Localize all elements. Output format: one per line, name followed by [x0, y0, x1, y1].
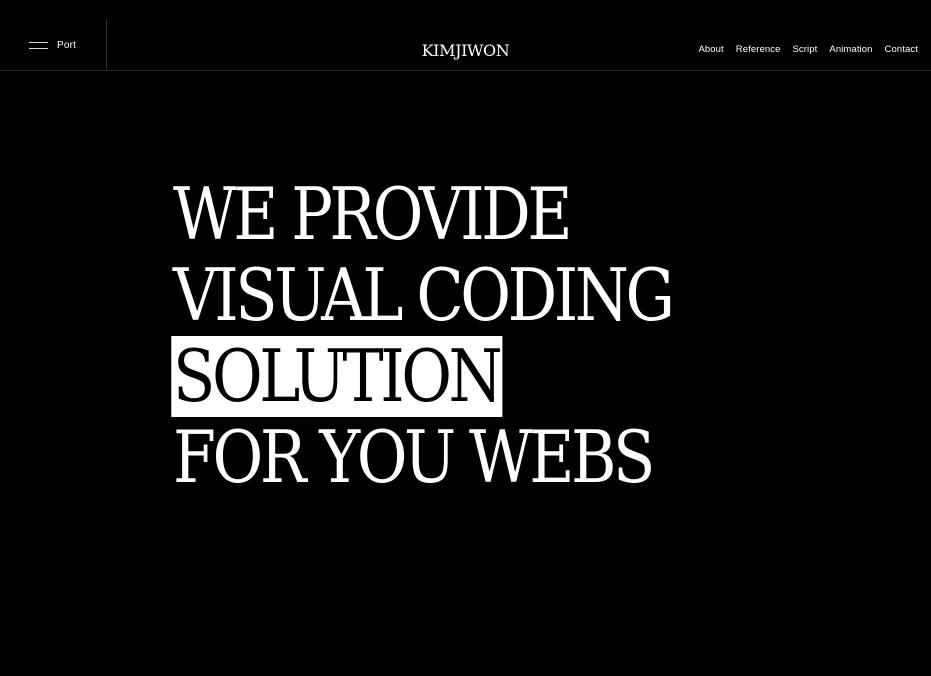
site-header: Port KIMJIWON About Reference Script Ani…	[0, 0, 931, 71]
hero-line-2-text: VISUAL CODING	[173, 253, 675, 337]
nav-link-animation[interactable]: Animation	[829, 43, 872, 57]
hero-line-1-text: WE PROVIDE	[173, 172, 573, 256]
header-divider	[106, 18, 107, 70]
main-nav: About Reference Script Animation Contact	[698, 43, 918, 57]
menu-toggle-button[interactable]: Port	[29, 35, 76, 55]
logo-text[interactable]: KIMJIWON	[422, 41, 510, 60]
nav-link-about[interactable]: About	[698, 43, 723, 57]
menu-label[interactable]: Port	[57, 40, 76, 51]
hero-line-2: VISUAL CODING	[173, 253, 675, 337]
hero-line-1: WE PROVIDE	[173, 174, 672, 255]
nav-link-contact[interactable]: Contact	[885, 43, 918, 57]
hero-line-3-highlight: SOLUTION	[171, 336, 672, 417]
nav-link-script[interactable]: Script	[793, 43, 818, 57]
hero-headline: WE PROVIDE VISUAL CODING SOLUTION FOR YO…	[171, 174, 675, 498]
hamburger-icon[interactable]	[29, 41, 48, 50]
hero-line-4-text: FOR YOU WEBS	[173, 415, 655, 499]
nav-link-reference[interactable]: Reference	[736, 43, 781, 57]
hero-highlight-text: SOLUTION	[171, 336, 503, 417]
hero-line-4: FOR YOU WEBS	[173, 417, 672, 498]
